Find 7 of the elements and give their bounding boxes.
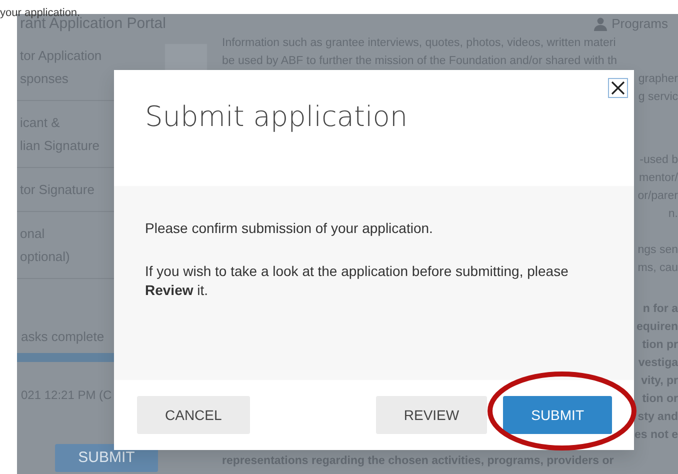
people-icon <box>592 17 608 31</box>
submit-button[interactable]: SUBMIT <box>503 396 612 434</box>
thumbnail-placeholder <box>165 44 207 72</box>
close-icon <box>610 80 626 96</box>
close-button[interactable] <box>608 78 628 98</box>
dialog-button[interactable]: REVIEW <box>376 396 488 434</box>
cancel-button[interactable]: CANCEL <box>137 396 250 434</box>
